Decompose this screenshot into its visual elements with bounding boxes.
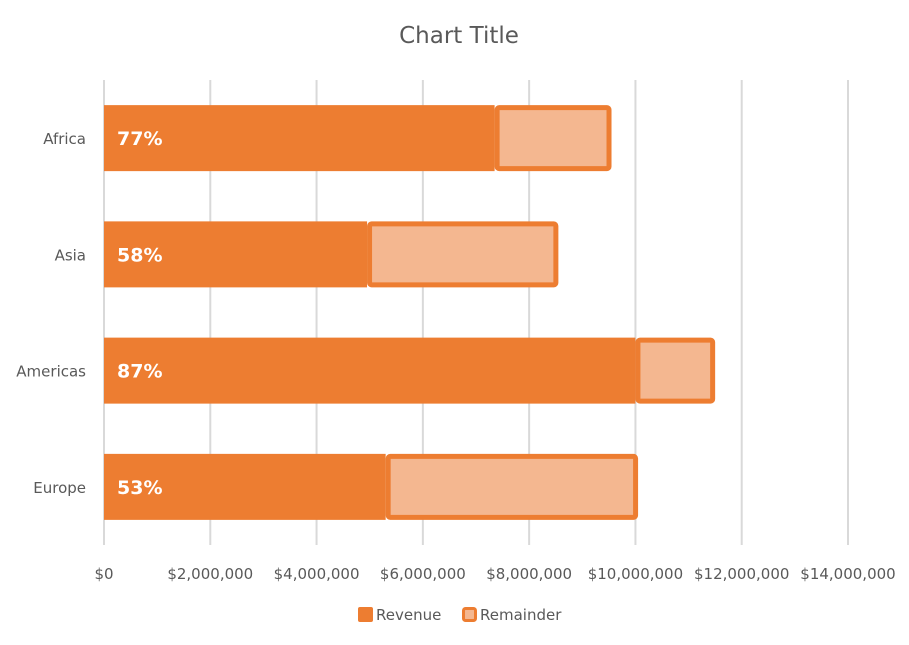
x-tick-label: $14,000,000: [800, 565, 895, 583]
bar-revenue-africa: [104, 105, 495, 172]
bar-remainder-asia: [367, 221, 559, 288]
x-tick-label: $10,000,000: [588, 565, 683, 583]
chart-title: Chart Title: [399, 23, 519, 49]
data-label: 77%: [117, 128, 162, 150]
bar-remainder-americas: [635, 337, 716, 404]
data-labels: 77% 58% 87% 53%: [117, 128, 162, 499]
bar-remainder-europe: [385, 453, 639, 520]
legend: Revenue Remainder: [358, 606, 562, 624]
x-tick-label: $12,000,000: [694, 565, 789, 583]
x-tick-label: $0: [94, 565, 113, 583]
bar-remainder-africa: [494, 105, 612, 172]
legend-label: Revenue: [376, 606, 441, 624]
category-label: Americas: [16, 363, 86, 381]
category-label: Africa: [43, 130, 86, 148]
bars: [104, 105, 716, 520]
legend-item-revenue[interactable]: Revenue: [358, 606, 441, 624]
legend-swatch-remainder: [462, 607, 477, 622]
data-label: 87%: [117, 361, 162, 383]
x-tick-label: $8,000,000: [486, 565, 572, 583]
legend-label: Remainder: [480, 606, 562, 624]
legend-item-remainder[interactable]: Remainder: [462, 606, 563, 624]
value-axis: $0 $2,000,000 $4,000,000 $6,000,000 $8,000,0…: [94, 565, 895, 583]
x-tick-label: $6,000,000: [380, 565, 466, 583]
category-label: Asia: [55, 246, 86, 264]
chart: Chart Title 77% 58% 87% 53% Africa Asia Ameri…: [16, 23, 895, 624]
x-tick-label: $4,000,000: [274, 565, 360, 583]
legend-swatch-revenue: [358, 607, 373, 622]
category-label: Europe: [33, 479, 86, 497]
bar-revenue-americas: [104, 337, 636, 404]
data-label: 53%: [117, 477, 162, 499]
x-tick-label: $2,000,000: [167, 565, 253, 583]
data-label: 58%: [117, 244, 162, 266]
category-axis: Africa Asia Americas Europe: [16, 130, 86, 497]
